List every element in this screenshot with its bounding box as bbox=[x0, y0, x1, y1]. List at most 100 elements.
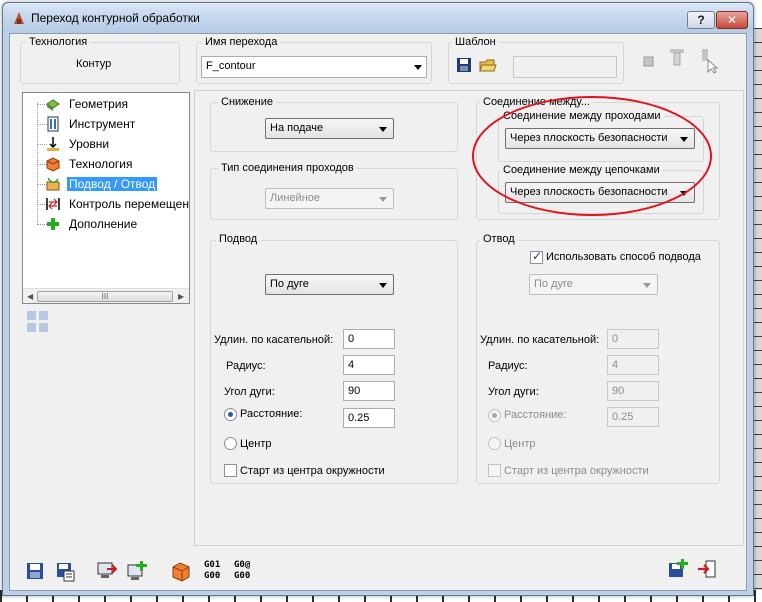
approach-distance-input[interactable]: 0.25 bbox=[343, 408, 395, 428]
approach-radius-label: Радиус: bbox=[226, 360, 266, 372]
scroll-right-icon[interactable]: ▶ bbox=[178, 292, 184, 301]
approach-tangent-value: 0 bbox=[348, 333, 355, 345]
layout-icon[interactable] bbox=[638, 50, 660, 72]
chevron-down-icon bbox=[379, 197, 387, 202]
template-input[interactable] bbox=[513, 56, 617, 78]
operation-name-value: F_contour bbox=[206, 60, 256, 72]
help-button[interactable]: ? bbox=[687, 11, 715, 29]
operation-name-input[interactable]: F_contour bbox=[201, 56, 427, 78]
dialog-window: Переход контурной обработки ? ✕ Технолог… bbox=[2, 2, 754, 596]
open-template-icon[interactable] bbox=[477, 54, 499, 76]
approach-arc-angle-label: Угол дуги: bbox=[224, 386, 275, 398]
pointer-tool-icon[interactable] bbox=[694, 46, 722, 74]
descent-legend: Снижение bbox=[218, 96, 276, 108]
approach-tangent-label: Удлин. по касательной: bbox=[214, 334, 334, 346]
add-icon bbox=[47, 218, 59, 230]
scroll-left-icon[interactable]: ◀ bbox=[27, 292, 33, 301]
retract-start-center-checkbox[interactable] bbox=[488, 464, 501, 477]
approach-legend: Подвод bbox=[216, 233, 261, 245]
retract-start-center-label: Старт из центра окружности bbox=[504, 465, 649, 477]
tree-item-levels[interactable]: Уровни bbox=[23, 134, 189, 154]
descent-combo[interactable]: На подаче bbox=[265, 118, 394, 139]
geometry-icon bbox=[46, 99, 60, 111]
stock-icon[interactable] bbox=[170, 560, 192, 582]
dialog-client-area: Технология Контур Имя перехода F_contour… bbox=[9, 33, 747, 591]
approach-arc-angle-input[interactable]: 90 bbox=[343, 381, 395, 401]
grid-view-icon[interactable] bbox=[26, 310, 50, 334]
technology-legend: Технология bbox=[26, 36, 91, 48]
retract-arc-angle-input[interactable]: 90 bbox=[607, 381, 659, 401]
chevron-down-icon bbox=[643, 283, 651, 288]
retract-center-radio[interactable] bbox=[488, 437, 501, 450]
add-operation-icon[interactable] bbox=[126, 560, 148, 582]
exit-icon[interactable] bbox=[696, 558, 718, 580]
app-icon bbox=[14, 12, 24, 24]
save-icon[interactable] bbox=[24, 560, 46, 582]
approach-tangent-input[interactable]: 0 bbox=[343, 329, 395, 349]
window-title: Переход контурной обработки bbox=[31, 11, 200, 25]
tree-item-addition[interactable]: Дополнение bbox=[23, 214, 189, 234]
approach-start-center-label: Старт из центра окружности bbox=[240, 465, 385, 477]
navigation-tree[interactable]: Геометрия Инструмент Уровни Технология П bbox=[22, 92, 190, 304]
operation-name-dropdown-arrow-icon[interactable] bbox=[414, 65, 422, 70]
approach-distance-label: Расстояние: bbox=[240, 408, 303, 420]
retract-tangent-value: 0 bbox=[612, 333, 619, 345]
chevron-down-icon bbox=[379, 283, 387, 288]
gcode-settings-button[interactable]: G0@ G00 bbox=[234, 560, 260, 584]
gcode-line: G00 bbox=[204, 571, 221, 581]
retract-type-combo[interactable]: По дуге bbox=[529, 274, 658, 295]
pass-link-type-legend: Тип соединения проходов bbox=[218, 162, 357, 174]
retract-distance-label: Расстояние: bbox=[504, 409, 567, 421]
gcode-preview-button[interactable]: G01 G00 bbox=[204, 560, 230, 584]
export-operation-icon[interactable] bbox=[96, 560, 118, 582]
tree-item-technology[interactable]: Технология bbox=[23, 154, 189, 174]
retract-distance-input[interactable]: 0.25 bbox=[607, 407, 659, 427]
retract-tangent-input[interactable]: 0 bbox=[607, 329, 659, 349]
gcode-line: G00 bbox=[234, 571, 251, 581]
approach-radius-value: 4 bbox=[348, 359, 355, 371]
template-legend: Шаблон bbox=[452, 36, 499, 48]
close-button[interactable]: ✕ bbox=[716, 11, 748, 29]
tree-item-tool[interactable]: Инструмент bbox=[23, 114, 189, 134]
background-window-edge bbox=[754, 28, 762, 598]
use-approach-checkbox[interactable] bbox=[530, 249, 543, 264]
red-annotation-circle bbox=[472, 96, 712, 216]
approach-center-label: Центр bbox=[240, 438, 272, 450]
tree-item-label: Контроль перемещен bbox=[69, 197, 189, 211]
retract-radius-input[interactable]: 4 bbox=[607, 355, 659, 375]
save-and-add-icon[interactable] bbox=[666, 558, 688, 580]
technology-icon bbox=[46, 157, 60, 172]
operation-name-legend: Имя перехода bbox=[202, 36, 281, 48]
retract-legend: Отвод bbox=[480, 233, 518, 245]
pin-icon[interactable] bbox=[666, 46, 688, 68]
approach-distance-value: 0.25 bbox=[348, 412, 370, 424]
pass-link-type-combo[interactable]: Линейное bbox=[265, 188, 394, 209]
descent-value: На подаче bbox=[270, 122, 324, 134]
scroll-thumb[interactable]: III bbox=[37, 291, 173, 302]
save-template-icon[interactable] bbox=[453, 54, 475, 76]
retract-distance-radio[interactable] bbox=[488, 409, 501, 422]
approach-retract-icon bbox=[46, 177, 60, 191]
approach-start-center-checkbox[interactable] bbox=[224, 464, 237, 477]
title-bar[interactable]: Переход контурной обработки ? ✕ bbox=[3, 3, 753, 33]
tree-item-motion-control[interactable]: Контроль перемещен bbox=[23, 194, 189, 214]
tree-item-approach-retract[interactable]: Подвод / Отвод bbox=[23, 174, 189, 194]
approach-type-combo[interactable]: По дуге bbox=[265, 274, 394, 295]
chevron-down-icon bbox=[379, 127, 387, 132]
levels-icon bbox=[47, 137, 59, 151]
retract-type-value: По дуге bbox=[534, 278, 573, 290]
tree-item-label: Дополнение bbox=[69, 217, 138, 231]
save-as-icon[interactable] bbox=[54, 560, 76, 582]
tool-icon bbox=[47, 116, 59, 132]
tree-item-geometry[interactable]: Геометрия bbox=[23, 94, 189, 114]
approach-radius-input[interactable]: 4 bbox=[343, 355, 395, 375]
approach-center-radio[interactable] bbox=[224, 437, 237, 450]
approach-arc-angle-value: 90 bbox=[348, 385, 361, 397]
approach-distance-radio[interactable] bbox=[224, 408, 237, 421]
tree-horizontal-scrollbar[interactable]: ◀ III ▶ bbox=[23, 288, 189, 303]
retract-arc-angle-label: Угол дуги: bbox=[488, 386, 539, 398]
approach-type-value: По дуге bbox=[270, 278, 309, 290]
retract-radius-label: Радиус: bbox=[488, 360, 528, 372]
pass-link-type-value: Линейное bbox=[270, 192, 321, 204]
retract-center-label: Центр bbox=[504, 438, 536, 450]
